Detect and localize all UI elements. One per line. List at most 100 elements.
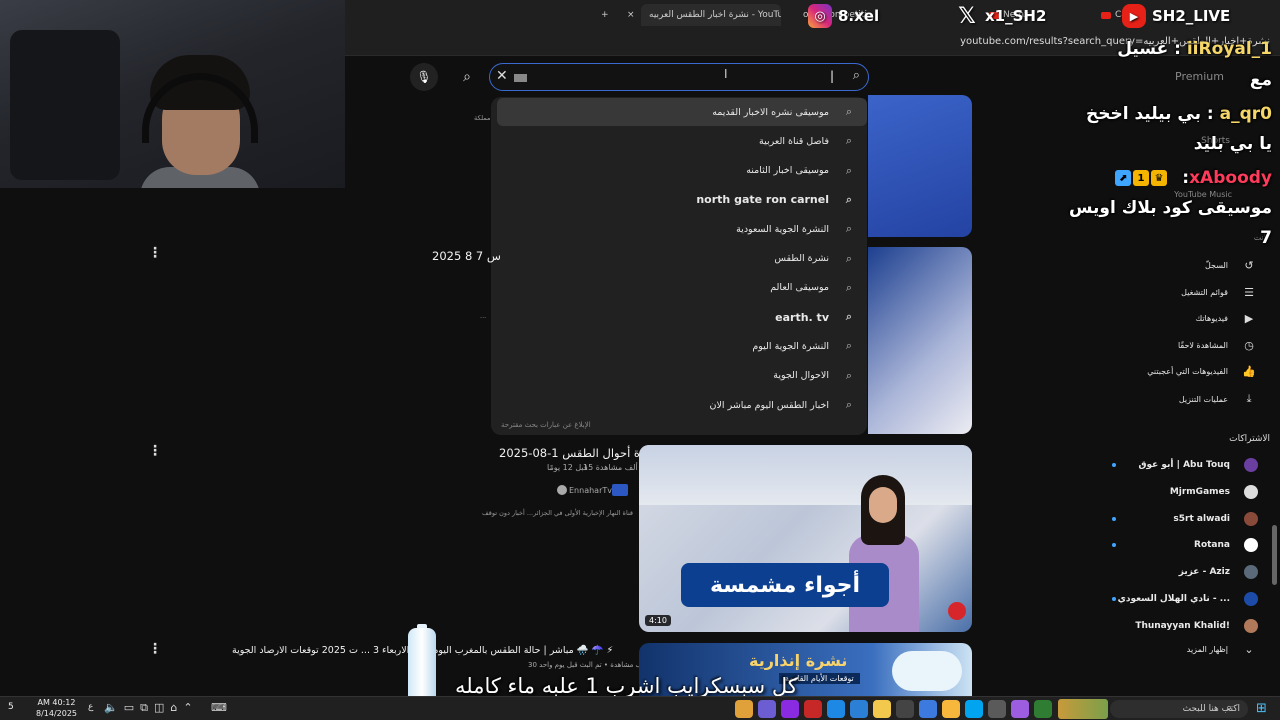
app-icon[interactable] xyxy=(804,700,822,718)
video-duration: 4:10 xyxy=(645,615,671,626)
sidebar-item[interactable]: السجلّ ↺ xyxy=(1108,259,1258,272)
show-more-button[interactable]: إظهار المزيد ⌄ xyxy=(1108,643,1258,656)
video-thumbnail-2[interactable] xyxy=(868,247,972,434)
thumbnail-title: نشرة إنذارية xyxy=(749,651,848,670)
edge-icon[interactable] xyxy=(827,700,845,718)
clear-search-icon[interactable]: ✕ xyxy=(496,68,508,84)
search-suggestion[interactable]: earth. tv ⌕ xyxy=(497,303,867,331)
chat-text: يا بي بليد xyxy=(1193,134,1272,154)
instagram-label: 8.xel xyxy=(838,7,880,25)
subscription-name: s5rt alwadi xyxy=(1173,513,1230,524)
settings-icon[interactable] xyxy=(965,700,983,718)
result-3-title[interactable]: نشرة أحوال الطقس 1-08-2025 xyxy=(499,446,660,460)
language-indicator[interactable]: ع xyxy=(88,702,93,712)
channel-avatar[interactable] xyxy=(612,484,628,496)
sidebar-item[interactable]: المشاهدة لاحقًا ◷ xyxy=(1108,339,1258,352)
x-label: x1_SH2 xyxy=(985,7,1047,25)
chat-message: يا بي بليد xyxy=(1194,134,1272,154)
crown-icon: ♛ xyxy=(1151,170,1167,186)
search-suggestion-text: اخبار الطقس اليوم مباشر الان xyxy=(709,399,829,411)
sidebar-item[interactable]: الفيديوهات التي أعجبتني 👍 xyxy=(1108,365,1258,378)
search-icon: ⌕ xyxy=(845,134,853,148)
search-suggestion-text: earth. tv xyxy=(775,310,829,324)
result-2-title[interactable]: س 7 8 2025 xyxy=(432,249,501,263)
system-tray[interactable]: 🔈▭⧉◫⌂⌃ xyxy=(104,701,199,715)
chat-username: xAboody xyxy=(1189,168,1272,188)
scrollbar[interactable] xyxy=(1272,525,1277,585)
search-suggestion[interactable]: موسيقى نشره الاخبار القديمه ⌕ xyxy=(497,98,867,126)
chat-message: مع xyxy=(1250,70,1272,90)
search-suggestion[interactable]: الاحوال الجوية ⌕ xyxy=(497,362,867,390)
sidebar-item-label: عمليات التنزيل xyxy=(1178,394,1228,404)
subscription-item[interactable]: عزيز - Aziz xyxy=(1108,564,1258,580)
sidebar-item-label: الفيديوهات التي أعجبتني xyxy=(1147,367,1228,377)
epic-games-icon[interactable] xyxy=(896,700,914,718)
search-icon: ⌕ xyxy=(845,368,853,382)
search-suggestion[interactable]: نشرة الطقس ⌕ xyxy=(497,245,867,273)
search-icon: ⌕ xyxy=(845,222,853,236)
search-button[interactable]: ⌕ xyxy=(452,64,482,90)
subscription-item[interactable]: Thunayyan Khalid! xyxy=(1108,618,1258,634)
subscription-item[interactable]: أبو عوق | Abu Touq xyxy=(1108,457,1258,473)
chat-message: 7 xyxy=(1260,228,1272,248)
subscription-item[interactable]: نادي الهلال السعودي - ... xyxy=(1108,591,1258,607)
keyboard-icon[interactable]: ⌨ xyxy=(211,701,227,714)
search-icon: ⌕ xyxy=(1226,701,1233,714)
search-suggestion[interactable]: اخبار الطقس اليوم مباشر الان ⌕ xyxy=(497,391,867,419)
chat-text: موسيقى كود بلاك اويس xyxy=(1069,198,1272,218)
youtube-handle: ▶ SH2_LIVE xyxy=(1122,2,1230,30)
twitch-icon[interactable] xyxy=(781,700,799,718)
result-3-channel[interactable]: EnnaharTv xyxy=(569,486,612,495)
subscription-name: Rotana xyxy=(1194,540,1230,551)
search-suggestion[interactable]: موسيقى اخبار الثامنه ⌕ xyxy=(497,157,867,185)
search-input[interactable]: ✕ | ⌕ xyxy=(489,63,869,91)
folder-icon[interactable] xyxy=(873,700,891,718)
subscription-item[interactable]: s5rt alwadi xyxy=(1108,511,1258,527)
search-suggestion[interactable]: موسيقى العالم ⌕ xyxy=(497,274,867,302)
youtube-favicon-icon xyxy=(1101,11,1111,19)
new-tab-button[interactable]: + xyxy=(601,4,609,26)
search-icon: ⌕ xyxy=(845,163,853,177)
weather-widget[interactable] xyxy=(1058,699,1108,719)
voice-search-button[interactable]: 🎙 xyxy=(410,63,438,91)
search-suggestion[interactable]: النشرة الجوية السعودية ⌕ xyxy=(497,215,867,243)
app-icon[interactable] xyxy=(1011,700,1029,718)
fl-studio-icon[interactable] xyxy=(942,700,960,718)
chrome-icon[interactable] xyxy=(735,700,753,718)
search-suggestion[interactable]: north gate ron carnel ⌕ xyxy=(497,186,867,214)
close-tab-icon[interactable]: × xyxy=(627,4,635,26)
start-button[interactable]: ⊞ xyxy=(1256,701,1267,716)
search-icon: ⌕ xyxy=(845,192,853,206)
subscription-item[interactable]: Rotana xyxy=(1108,537,1258,553)
play-icon[interactable] xyxy=(919,700,937,718)
whatsapp-icon[interactable] xyxy=(1034,700,1052,718)
search-suggestion[interactable]: النشرة الجوية اليوم ⌕ xyxy=(497,332,867,360)
sidebar-item[interactable]: قوائم التشغيل ☰ xyxy=(1108,286,1258,299)
search-icon: ⌕ xyxy=(845,310,853,324)
search-icon: ⌕ xyxy=(845,251,853,265)
more-options-button[interactable]: ⋮ xyxy=(148,443,162,459)
subscription-item[interactable]: MjrmGames xyxy=(1108,484,1258,500)
video-thumbnail-3[interactable]: أجواء مشمسة 4:10 xyxy=(639,445,972,632)
search-suggestion[interactable]: فاصل قناة العربية ⌕ xyxy=(497,127,867,155)
more-options-button[interactable]: ⋮ xyxy=(148,641,162,657)
tab-active[interactable]: نشرة اخبار الطقس العربيه - YouTube xyxy=(641,4,781,26)
badge-count: 1 xyxy=(1133,170,1149,186)
discord-icon[interactable] xyxy=(758,700,776,718)
search-suggestion-text: north gate ron carnel xyxy=(696,193,829,207)
clock[interactable]: AM 40:12 8/14/2025 xyxy=(36,697,77,719)
mail-icon[interactable] xyxy=(850,700,868,718)
sidebar-item-icon: ◷ xyxy=(1244,338,1254,352)
search-suggestion-text: النشرة الجوية اليوم xyxy=(752,340,829,352)
report-suggestions-link[interactable]: الإبلاغ عن عبارات بحث مقترحة xyxy=(501,421,591,429)
sidebar-item[interactable]: عمليات التنزيل ⤓ xyxy=(1108,392,1258,406)
more-options-button[interactable]: ⋮ xyxy=(148,245,162,261)
search-suggestion-text: موسيقى نشره الاخبار القديمه xyxy=(712,106,829,118)
app-icon[interactable] xyxy=(988,700,1006,718)
sidebar-item[interactable]: فيديوهاتك ▶ xyxy=(1108,312,1258,325)
premium-logo[interactable]: Premium xyxy=(1175,70,1224,83)
notification-count[interactable]: 5 xyxy=(8,702,14,712)
video-thumbnail-1[interactable] xyxy=(868,95,972,237)
sidebar-item-label: قوائم التشغيل xyxy=(1181,287,1228,297)
tab-active-label: نشرة اخبار الطقس العربيه - YouTube xyxy=(649,10,781,20)
